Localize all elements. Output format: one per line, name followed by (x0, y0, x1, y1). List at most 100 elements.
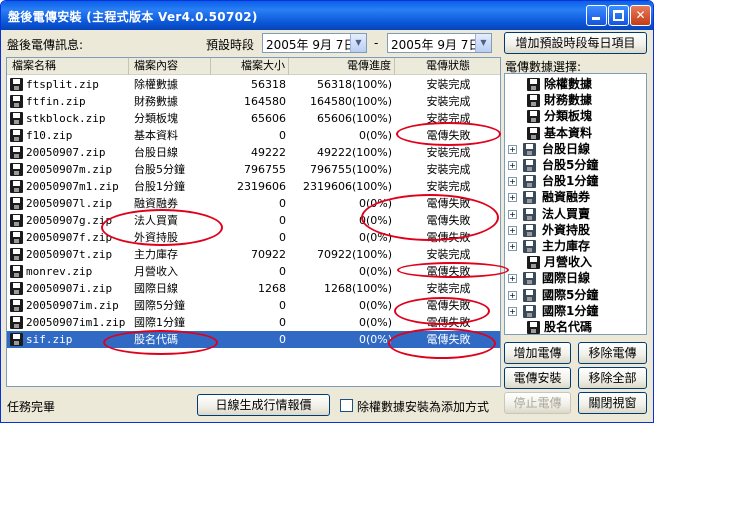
table-row[interactable]: 20050907t.zip 主力庫存 70922 70922(100%) 安裝完成 (7, 246, 500, 263)
expand-icon[interactable]: + (508, 225, 517, 235)
cell-file-content: 財務數據 (134, 95, 178, 108)
table-row[interactable]: 20050907f.zip 外資持股 0 0(0%) 電傳失敗 (7, 229, 500, 246)
tree-item[interactable]: 基本資料 (505, 125, 646, 142)
dataset-icon (523, 142, 536, 156)
column-header-name[interactable]: 檔案名稱 (7, 58, 129, 75)
cell-file-size: 0 (279, 265, 286, 278)
tree-item-label: 股名代碼 (544, 320, 593, 334)
tree-item[interactable]: 財務數據 (505, 92, 646, 109)
tree-item[interactable]: 除權數據 (505, 76, 646, 93)
table-row[interactable]: 20050907.zip 台股日線 49222 49222(100%) 安裝完成 (7, 144, 500, 161)
date-from-picker[interactable]: 2005年 9月 7日 ▼ (262, 33, 367, 53)
expand-icon[interactable]: + (508, 242, 517, 251)
column-header-status[interactable]: 電傳狀態 (395, 58, 500, 75)
tree-item[interactable]: + 台股5分鐘 (505, 157, 646, 174)
tree-item[interactable]: + 國際1分鐘 (505, 303, 646, 320)
cell-file-name: 20050907l.zip (26, 197, 113, 210)
cell-file-content: 國際日線 (134, 282, 178, 295)
date-to-picker[interactable]: 2005年 9月 7日 ▼ (387, 33, 492, 53)
cell-progress: 65606(100%) (316, 112, 392, 125)
add-period-button[interactable]: 增加預設時段每日項目 (504, 32, 647, 54)
tree-item[interactable]: 股名代碼 (505, 319, 646, 334)
tree-item[interactable]: 分類板塊 (505, 108, 646, 125)
tree-item-label: 除權數據 (544, 77, 593, 91)
column-header-size[interactable]: 檔案大小 (211, 58, 289, 75)
tree-item[interactable]: + 主力庫存 (505, 238, 646, 255)
minimize-button[interactable] (586, 5, 607, 26)
data-selection-tree[interactable]: 除權數據 財務數據 分類板塊 基本資料 + 台股日線 + 台股5分鐘 + 台股1分鐘 + 融資融券 + 法… (504, 73, 647, 335)
tree-item-label: 法人買賣 (542, 206, 591, 221)
cell-status: 安裝完成 (426, 163, 471, 176)
expand-icon[interactable]: + (508, 306, 517, 316)
generate-daily-report-button[interactable]: 日線生成行情報價 (197, 394, 330, 416)
chevron-down-icon[interactable]: ▼ (475, 34, 491, 52)
cell-status: 電傳失敗 (426, 316, 471, 329)
table-row[interactable]: 20050907im1.zip 國際1分鐘 0 0(0%) 電傳失敗 (7, 314, 500, 331)
stop-transfer-button[interactable]: 停止電傳 (504, 392, 571, 414)
tree-item[interactable]: + 外資持股 (505, 222, 646, 239)
tree-item[interactable]: + 國際日線 (505, 270, 646, 287)
cell-file-size: 0 (279, 299, 286, 312)
table-row[interactable]: monrev.zip 月營收入 0 0(0%) 電傳失敗 (7, 263, 500, 280)
cell-file-content: 股名代碼 (134, 333, 178, 346)
tree-item[interactable]: + 台股1分鐘 (505, 173, 646, 190)
tree-item[interactable]: + 法人買賣 (505, 206, 646, 223)
expand-icon[interactable]: + (508, 274, 517, 284)
expand-icon[interactable]: + (508, 209, 517, 219)
table-row[interactable]: sif.zip 股名代碼 0 0(0%) 電傳失敗 (7, 331, 500, 348)
cell-file-size: 0 (279, 316, 286, 329)
cell-file-content: 分類板塊 (134, 112, 178, 125)
table-row[interactable]: 20050907m1.zip 台股1分鐘 2319606 2319606(100%) 安… (7, 178, 500, 195)
remove-all-button[interactable]: 移除全部 (578, 367, 647, 389)
cell-file-content: 除權數據 (134, 78, 178, 91)
cell-progress: 0(0%) (358, 197, 392, 210)
table-row[interactable]: 20050907i.zip 國際日線 1268 1268(100%) 安裝完成 (7, 280, 500, 297)
close-dialog-button[interactable]: 關閉視窗 (578, 392, 647, 414)
append-mode-checkbox[interactable] (340, 399, 353, 412)
title-bar[interactable]: 盤後電傳安裝 (主程式版本 Ver4.0.50702) ✕ (1, 1, 653, 30)
cell-file-content: 主力庫存 (134, 248, 178, 261)
table-row[interactable]: 20050907im.zip 國際5分鐘 0 0(0%) 電傳失敗 (7, 297, 500, 314)
file-list[interactable]: 檔案名稱 檔案內容 檔案大小 電傳進度 電傳狀態 ftsplit.zip 除權數據… (6, 57, 501, 387)
column-header-content[interactable]: 檔案內容 (129, 58, 211, 75)
cell-file-name: monrev.zip (26, 265, 93, 278)
expand-icon[interactable]: + (508, 161, 517, 170)
file-icon (10, 333, 23, 346)
expand-icon[interactable]: + (508, 290, 517, 300)
remove-transfer-button[interactable]: 移除電傳 (578, 342, 647, 364)
tree-item[interactable]: + 台股日線 (505, 141, 646, 158)
expand-icon[interactable]: + (508, 193, 517, 203)
cell-file-content: 基本資料 (134, 129, 178, 142)
cell-status: 安裝完成 (426, 78, 471, 91)
cell-status: 電傳失敗 (426, 197, 471, 210)
expand-icon[interactable]: + (508, 177, 517, 187)
table-row[interactable]: stkblock.zip 分類板塊 65606 65606(100%) 安裝完成 (7, 110, 500, 127)
table-row[interactable]: 20050907g.zip 法人買賣 0 0(0%) 電傳失敗 (7, 212, 500, 229)
install-button[interactable]: 電傳安裝 (504, 367, 571, 389)
date-from-value: 2005年 9月 7日 (266, 38, 356, 52)
tree-item[interactable]: 月營收入 (505, 254, 646, 271)
cell-file-name: 20050907f.zip (26, 231, 113, 244)
cell-progress: 56318(100%) (316, 78, 392, 91)
tree-item[interactable]: + 融資融券 (505, 189, 646, 206)
cell-file-content: 國際5分鐘 (134, 299, 185, 312)
column-header-progress[interactable]: 電傳進度 (289, 58, 395, 75)
add-transfer-button[interactable]: 增加電傳 (504, 342, 571, 364)
table-row[interactable]: 20050907l.zip 融資融券 0 0(0%) 電傳失敗 (7, 195, 500, 212)
cell-file-size: 2319606 (237, 180, 286, 193)
maximize-button[interactable] (608, 5, 629, 26)
dataset-icon (523, 223, 536, 237)
close-window-button[interactable]: ✕ (630, 5, 651, 26)
table-row[interactable]: ftsplit.zip 除權數據 56318 56318(100%) 安裝完成 (7, 76, 500, 93)
expand-icon[interactable]: + (508, 144, 517, 154)
cell-status: 電傳失敗 (426, 129, 471, 142)
maximize-icon (613, 10, 624, 21)
tree-item[interactable]: + 國際5分鐘 (505, 287, 646, 304)
table-row[interactable]: f10.zip 基本資料 0 0(0%) 電傳失敗 (7, 127, 500, 144)
table-row[interactable]: 20050907m.zip 台股5分鐘 796755 796755(100%) 安裝完成 (7, 161, 500, 178)
chevron-down-icon[interactable]: ▼ (350, 34, 366, 52)
table-row[interactable]: ftfin.zip 財務數據 164580 164580(100%) 安裝完成 (7, 93, 500, 110)
file-icon (10, 231, 23, 244)
file-icon (10, 146, 23, 159)
dataset-icon (523, 304, 536, 318)
